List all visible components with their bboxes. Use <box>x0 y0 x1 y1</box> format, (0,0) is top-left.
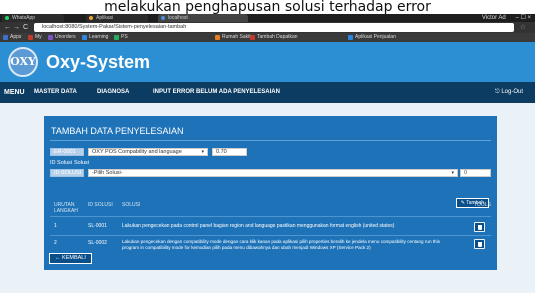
row-1-solusi: Lakukan pengecekan pada control panel ba… <box>122 223 395 229</box>
table-divider <box>50 235 491 236</box>
app-icon <box>89 16 93 20</box>
bookmark-icon <box>348 35 353 40</box>
nav-diagnosa[interactable]: DIAGNOSA <box>97 82 129 103</box>
trash-icon <box>478 242 482 247</box>
delete-button-row-1[interactable] <box>474 222 485 232</box>
tab-strip: WhatsApp Aplikasi localhost Victor Ad – … <box>0 14 535 22</box>
bookmark-label: Rumah Sakit <box>222 34 251 40</box>
bookmark-label: Learning <box>89 34 109 40</box>
oxy-logo: OXY <box>8 47 38 77</box>
bookmark-label: Unorders <box>55 34 76 40</box>
bookmark-label: Apps <box>10 34 22 40</box>
nav-input-error[interactable]: INPUT ERROR BELUM ADA PENYELESAIAN <box>153 82 280 103</box>
error-select-value: OXY POS Compability and language <box>92 149 182 155</box>
row-2-solusi: Lakukan pengecekan dengan compatibility … <box>122 239 440 250</box>
table-divider <box>50 216 491 217</box>
solusi-select-value: -Pilih Solusi- <box>92 170 123 176</box>
row-1-no: 1 <box>54 223 57 229</box>
chevron-down-icon: ▾ <box>201 149 204 155</box>
address-bar[interactable]: localhost:8080/System-Pakar/Sistem-penye… <box>34 23 514 32</box>
brand-title: Oxy-System <box>46 52 151 72</box>
bookmarks-bar: Apps My Unorders Learning PS Rumah Sakit… <box>0 33 535 42</box>
kembali-button[interactable]: ← KEMBALI <box>49 253 92 264</box>
browser-chrome: WhatsApp Aplikasi localhost Victor Ad – … <box>0 14 535 42</box>
bookmark-label: PS <box>121 34 128 40</box>
chevron-down-icon: ▾ <box>451 170 454 176</box>
app-header: OXY Oxy-System <box>0 42 535 82</box>
bookmark-item[interactable]: Tambah Dapatkan <box>250 33 298 42</box>
trash-icon <box>478 225 482 230</box>
bookmark-item[interactable]: Aplikasi Penjualan <box>348 33 396 42</box>
bookmark-icon <box>48 35 53 40</box>
tab-label: WhatsApp <box>12 15 36 21</box>
tab-aplikasi[interactable]: Aplikasi <box>86 14 148 22</box>
page-title: TAMBAH DATA PENYELESAIAN <box>51 126 184 136</box>
solusi-value-input[interactable]: 0 <box>460 169 491 177</box>
window-user: Victor Ad <box>481 15 506 21</box>
whatsapp-icon <box>5 16 9 20</box>
window-buttons[interactable]: – ☐ × <box>515 15 531 21</box>
bookmark-icon <box>250 35 255 40</box>
forward-icon[interactable]: → <box>13 23 20 32</box>
address-bar-row: ← → C localhost:8080/System-Pakar/Sistem… <box>0 22 535 33</box>
bookmark-item[interactable]: My <box>28 33 42 42</box>
solusi-label: Solusi <box>74 160 89 166</box>
error-code-field: ER-0001 <box>50 148 84 156</box>
logout-button[interactable]: ⎋ Log-Out <box>495 82 523 103</box>
tab-whatsapp[interactable]: WhatsApp <box>2 14 64 22</box>
row-2-no: 2 <box>54 240 57 246</box>
bookmark-item[interactable]: Learning <box>82 33 108 42</box>
nav-master-data[interactable]: MASTER DATA <box>34 82 77 103</box>
bookmark-icon <box>82 35 87 40</box>
bookmark-label: Aplikasi Penjualan <box>355 34 396 40</box>
page-icon <box>161 16 165 20</box>
error-value-field[interactable]: 0.70 <box>212 148 247 156</box>
reload-icon[interactable]: C <box>23 23 28 32</box>
id-solusi-input[interactable]: ID SOLUSI <box>50 169 84 177</box>
main-navbar: MENU MASTER DATA DIAGNOSA INPUT ERROR BE… <box>0 82 535 103</box>
col-header-tools: TOOLS <box>474 202 491 208</box>
row-2-id: SL-0002 <box>88 240 107 246</box>
bookmark-star-icon[interactable]: ☆ <box>520 23 526 32</box>
solusi-select[interactable]: -Pilih Solusi- ▾ <box>88 169 458 177</box>
bookmark-label: My <box>35 34 42 40</box>
bookmark-label: Tambah Dapatkan <box>257 34 298 40</box>
bookmark-item[interactable]: Unorders <box>48 33 76 42</box>
col-header-solusi: SOLUSI <box>122 202 141 208</box>
bookmark-icon <box>28 35 33 40</box>
id-solusi-label: ID Solusi <box>50 160 73 166</box>
tab-label: localhost <box>168 15 188 21</box>
bookmark-item[interactable]: Apps <box>3 33 21 42</box>
window-controls: Victor Ad – ☐ × <box>482 14 531 22</box>
menu-label[interactable]: MENU <box>4 82 25 103</box>
title-divider <box>50 140 491 141</box>
error-select[interactable]: OXY POS Compability and language ▾ <box>88 148 208 156</box>
form-card: TAMBAH DATA PENYELESAIAN ER-0001 OXY POS… <box>44 116 497 270</box>
bookmark-icon <box>114 35 119 40</box>
tab-localhost[interactable]: localhost <box>158 14 248 22</box>
bookmark-icon <box>215 35 220 40</box>
apps-icon <box>3 35 8 40</box>
bookmark-item[interactable]: Rumah Sakit <box>215 33 251 42</box>
bookmark-item[interactable]: PS <box>114 33 128 42</box>
tab-label: Aplikasi <box>96 15 114 21</box>
main-content: TAMBAH DATA PENYELESAIAN ER-0001 OXY POS… <box>0 103 535 293</box>
back-icon[interactable]: ← <box>4 23 11 32</box>
delete-button-row-2[interactable] <box>474 239 485 249</box>
caption-text: melakukan penghapusan solusi terhadap er… <box>0 0 535 14</box>
col-header-id: ID SOLUSI <box>88 202 113 208</box>
col-header-urutan: URUTAN LANGKAH <box>54 202 78 214</box>
row-1-id: SL-0001 <box>88 223 107 229</box>
